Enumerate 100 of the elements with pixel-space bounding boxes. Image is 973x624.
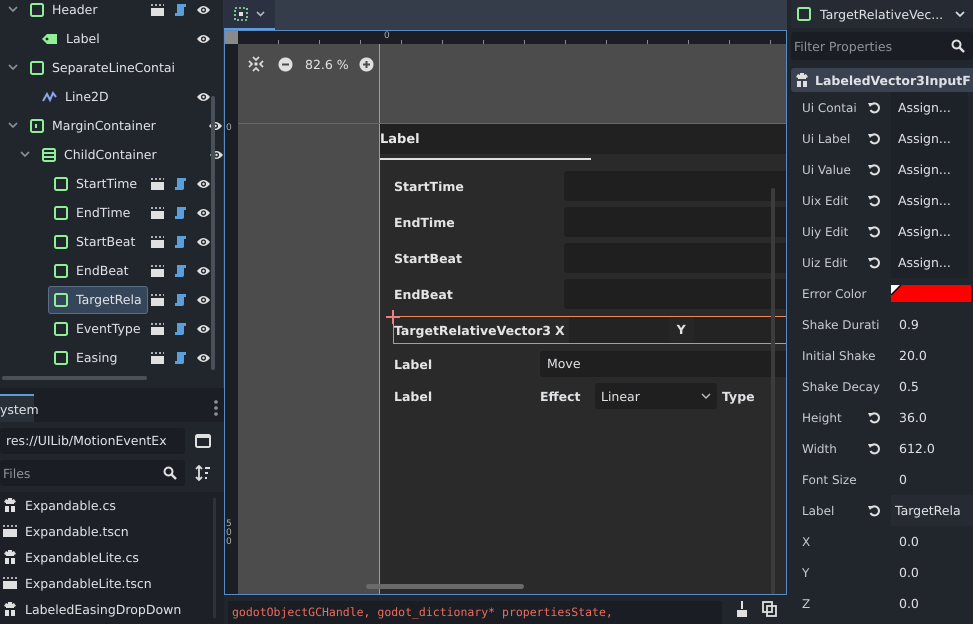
scrollbar[interactable] — [366, 584, 524, 589]
zoom-in-icon[interactable] — [358, 56, 374, 72]
clapperboard-icon[interactable] — [150, 178, 165, 190]
copy-icon[interactable] — [762, 601, 777, 617]
color-swatch[interactable] — [891, 285, 971, 302]
tree-item[interactable]: MarginContainer — [24, 112, 162, 140]
script-icon[interactable] — [174, 176, 187, 190]
tree-item[interactable]: Header — [24, 0, 104, 24]
text-field[interactable]: TargetRela — [891, 495, 973, 526]
file-item[interactable]: Expandable.tscn — [0, 518, 224, 544]
script-icon[interactable] — [174, 234, 187, 248]
resource-field[interactable]: Assign... — [891, 123, 968, 154]
selection-outline[interactable]: TargetRelativeVector3 X Y — [393, 316, 786, 344]
chevron-icon[interactable] — [20, 151, 30, 158]
eye-icon[interactable] — [196, 322, 211, 334]
input-field[interactable] — [564, 171, 786, 201]
revert-icon[interactable] — [868, 504, 881, 517]
script-icon[interactable] — [174, 206, 187, 220]
tree-item[interactable]: StartTime — [48, 170, 144, 198]
resource-field[interactable]: Assign... — [891, 185, 968, 216]
clapperboard-icon[interactable] — [150, 206, 165, 218]
revert-icon[interactable] — [868, 101, 881, 114]
clapperboard-icon[interactable] — [150, 4, 165, 16]
resource-field[interactable]: Assign... — [891, 247, 968, 278]
window-icon[interactable] — [195, 434, 211, 448]
number-field[interactable]: 20.0 — [891, 340, 927, 371]
revert-icon[interactable] — [868, 442, 881, 455]
zoom-out-icon[interactable] — [278, 56, 293, 72]
script-icon[interactable] — [174, 264, 187, 278]
section-header[interactable]: LabeledVector3InputF — [791, 68, 973, 92]
number-field[interactable]: 0.9 — [891, 309, 919, 340]
input-field[interactable] — [564, 207, 786, 237]
resource-field[interactable]: Assign... — [891, 154, 968, 185]
number-field[interactable]: 0 — [891, 464, 907, 495]
menu-icon[interactable] — [214, 400, 218, 416]
eye-icon[interactable] — [196, 178, 211, 190]
input-field[interactable] — [568, 317, 669, 343]
eye-icon[interactable] — [196, 294, 211, 306]
clapperboard-icon[interactable] — [150, 236, 165, 248]
zoom-level[interactable]: 82.6 % — [305, 56, 349, 72]
text-field[interactable]: Move — [540, 351, 786, 377]
sort-icon[interactable] — [195, 465, 211, 481]
clapperboard-icon[interactable] — [150, 294, 165, 306]
number-field[interactable]: 0.5 — [891, 371, 919, 402]
chevron-icon[interactable] — [8, 64, 18, 71]
tree-item[interactable]: Easing — [48, 344, 124, 372]
chevron-icon[interactable] — [8, 6, 18, 13]
clapperboard-icon[interactable] — [150, 352, 165, 364]
resource-field[interactable]: Assign... — [891, 92, 968, 123]
tree-item[interactable]: ChildContainer — [36, 140, 163, 168]
number-field[interactable]: 0.0 — [891, 588, 919, 619]
tree-item[interactable]: StartBeat — [48, 228, 142, 256]
file-item[interactable]: Expandable.cs — [0, 492, 224, 518]
file-item[interactable]: ExpandableLite.cs — [0, 544, 224, 570]
broom-icon[interactable] — [736, 601, 748, 617]
center-view-icon[interactable] — [248, 56, 264, 72]
select-tool-button[interactable] — [224, 0, 275, 30]
revert-icon[interactable] — [868, 256, 881, 269]
number-field[interactable]: 0.0 — [891, 557, 919, 588]
revert-icon[interactable] — [868, 132, 881, 145]
tree-item[interactable]: EventType — [48, 314, 147, 342]
revert-icon[interactable] — [868, 411, 881, 424]
script-icon[interactable] — [174, 322, 187, 336]
revert-icon[interactable] — [868, 225, 881, 238]
eye-icon[interactable] — [196, 352, 211, 364]
file-item[interactable]: ExpandableLite.tscn — [0, 570, 224, 596]
tree-item[interactable]: EndBeat — [48, 256, 135, 284]
script-icon[interactable] — [174, 2, 187, 16]
script-icon[interactable] — [174, 350, 187, 364]
number-field[interactable]: 612.0 — [891, 433, 935, 464]
filter-field[interactable]: Filter Properties — [791, 32, 973, 60]
eye-icon[interactable] — [196, 236, 211, 248]
eye-icon[interactable] — [196, 32, 211, 44]
scrollbar[interactable] — [2, 376, 147, 380]
revert-icon[interactable] — [868, 163, 881, 176]
revert-icon[interactable] — [868, 194, 881, 207]
eye-icon[interactable] — [196, 90, 211, 102]
clapperboard-icon[interactable] — [150, 264, 165, 276]
chevron-icon[interactable] — [8, 122, 18, 129]
path-field[interactable]: res://UILib/MotionEventEx — [0, 428, 185, 454]
tree-item[interactable]: Line2D — [36, 82, 115, 110]
dropdown[interactable]: Linear — [595, 383, 717, 409]
search-field[interactable]: Files — [0, 460, 185, 486]
input-field[interactable] — [694, 317, 786, 343]
input-field[interactable] — [564, 243, 786, 273]
scrollbar[interactable] — [211, 96, 215, 370]
canvas[interactable]: 82.6 % Label StartTime EndTime StartBeat EndBeat TargetRelativeVector3 X Y Label Move Label Effect Linear Type — [238, 44, 786, 594]
tree-item[interactable]: SeparateLineContai — [24, 54, 181, 82]
number-field[interactable]: 0.0 — [891, 526, 919, 557]
node-selector[interactable]: TargetRelativeVec... — [791, 0, 973, 28]
number-field[interactable]: 36.0 — [891, 402, 927, 433]
tree-item[interactable]: Label — [36, 24, 106, 52]
script-icon[interactable] — [174, 292, 187, 306]
eye-icon[interactable] — [196, 264, 211, 276]
resource-field[interactable]: Assign... — [891, 216, 968, 247]
clapperboard-icon[interactable] — [150, 322, 165, 334]
tree-item[interactable]: EndTime — [48, 198, 136, 226]
eye-icon[interactable] — [196, 206, 211, 218]
file-item[interactable]: LabeledEasingDropDown — [0, 596, 224, 622]
tree-item[interactable]: TargetRela — [48, 286, 148, 314]
